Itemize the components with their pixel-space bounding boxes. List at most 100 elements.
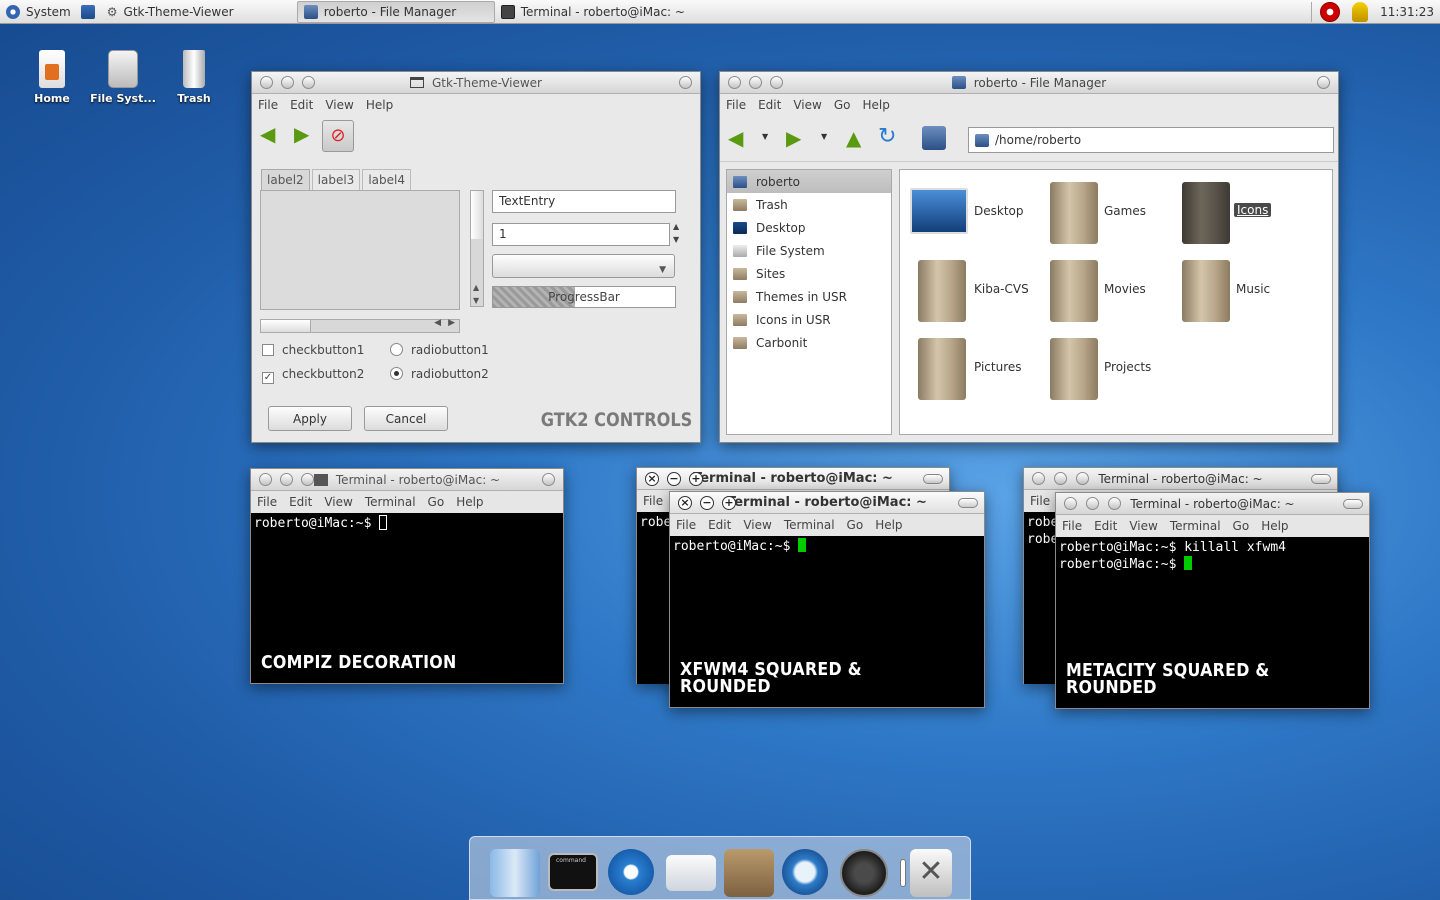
close-button[interactable] [1032,472,1045,485]
cancel-button[interactable]: Cancel [364,406,448,431]
up-arrow-icon[interactable]: ▲ [846,126,861,150]
menu-file[interactable]: File [676,518,696,532]
menu-file[interactable]: File [1030,494,1050,508]
menu-go[interactable]: Go [847,518,864,532]
text-entry[interactable]: TextEntry [492,190,676,213]
menu-view[interactable]: View [793,98,821,112]
menu-view[interactable]: View [1129,519,1157,533]
task-gtk-viewer[interactable]: ⚙ Gtk-Theme-Viewer [101,1,297,23]
title-bar[interactable]: Gtk-Theme-Viewer [252,72,700,94]
menu-edit[interactable]: Edit [289,495,312,509]
home-folder-icon[interactable] [922,126,946,150]
back-arrow-icon[interactable]: ◀ [728,126,743,150]
combo-box[interactable]: ▼ [492,254,675,278]
maximize-icon[interactable]: + [722,496,736,510]
menu-go[interactable]: Go [1233,519,1250,533]
safari-icon[interactable] [608,849,654,895]
checkbutton2[interactable]: ✓ checkbutton2 [262,367,364,384]
shade-button[interactable] [923,474,943,484]
menu-help[interactable]: Help [862,98,889,112]
close-button[interactable] [1064,497,1077,510]
chevron-down-icon[interactable]: ▼ [762,132,768,141]
reload-icon[interactable]: ↻ [878,124,896,149]
finder-icon[interactable] [490,849,540,897]
desktop-icon-home[interactable]: Home [19,50,85,105]
archive-icon[interactable] [724,849,774,897]
menu-file[interactable]: File [257,495,277,509]
sidebar-item-icons[interactable]: Icons in USR [727,308,891,331]
mail-icon[interactable] [666,855,716,891]
shade-button[interactable] [1317,76,1330,89]
title-bar[interactable]: Terminal - roberto@iMac: ~ [251,469,563,491]
file-item-pictures[interactable]: Pictures [918,338,1038,404]
sidebar-item-sites[interactable]: Sites [727,262,891,285]
lifesaver-icon[interactable] [1320,1,1341,22]
title-bar[interactable]: Terminal - roberto@iMac: ~ [1056,493,1369,515]
menu-terminal[interactable]: Terminal [1170,519,1221,533]
menu-help[interactable]: Help [1261,519,1288,533]
close-icon[interactable]: × [678,496,692,510]
menu-file[interactable]: File [258,98,278,112]
menu-view[interactable]: View [743,518,771,532]
task-terminal[interactable]: Terminal - roberto@iMac: ~ [495,1,695,23]
shade-button[interactable] [542,473,555,486]
minimize-button[interactable] [749,76,762,89]
minimize-button[interactable] [280,473,293,486]
close-button[interactable] [259,473,272,486]
shade-button[interactable] [1311,474,1331,484]
menu-edit[interactable]: Edit [758,98,781,112]
tab-label2[interactable]: label2 [261,169,310,190]
maximize-button[interactable] [302,76,315,89]
maximize-button[interactable] [1108,497,1121,510]
sidebar-item-carbonit[interactable]: Carbonit [727,331,891,354]
vertical-scrollbar[interactable]: ▲ ▼ [470,190,484,307]
terminal-screen[interactable]: roberto@iMac:~$ XFWM4 SQUARED & ROUNDED [670,536,984,707]
file-item-kiba-cvs[interactable]: Kiba-CVS [918,260,1038,326]
menu-file[interactable]: File [1062,519,1082,533]
forward-arrow-icon[interactable]: ▶ [786,126,801,150]
back-arrow-icon[interactable]: ◀ [260,122,275,146]
minimize-button[interactable] [1054,472,1067,485]
system-menu[interactable]: System [0,1,77,23]
itunes-icon[interactable] [840,849,888,897]
maximize-button[interactable] [1076,472,1089,485]
file-item-desktop[interactable]: Desktop [910,188,1030,244]
shade-button[interactable] [958,498,978,508]
minimize-button[interactable] [1086,497,1099,510]
file-item-projects[interactable]: Projects [1050,338,1170,404]
menu-help[interactable]: Help [456,495,483,509]
menu-go[interactable]: Go [834,98,851,112]
spin-button[interactable]: 1 [492,223,670,246]
desktop-icon-filesystem[interactable]: File Syst... [90,50,156,105]
menu-view[interactable]: View [325,98,353,112]
file-item-games[interactable]: Games [1050,182,1170,248]
file-item-movies[interactable]: Movies [1050,260,1170,326]
close-button[interactable] [728,76,741,89]
show-desktop-icon[interactable] [80,4,95,19]
minimize-icon[interactable]: − [700,496,714,510]
file-item-icons[interactable]: Icons [1182,182,1302,248]
quicktime-icon[interactable] [782,849,828,895]
menu-edit[interactable]: Edit [1094,519,1117,533]
shade-button[interactable] [679,76,692,89]
menu-file[interactable]: File [643,494,663,508]
spin-down-icon[interactable]: ▼ [673,235,679,244]
menu-terminal[interactable]: Terminal [365,495,416,509]
tab-label3[interactable]: label3 [311,169,361,190]
menu-go[interactable]: Go [428,495,445,509]
sidebar-item-filesystem[interactable]: File System [727,239,891,262]
menu-edit[interactable]: Edit [290,98,313,112]
close-icon[interactable]: × [645,472,659,486]
clock[interactable]: 11:31:23 [1380,5,1434,19]
title-bar[interactable]: roberto - File Manager [720,72,1338,94]
radiobutton1[interactable]: radiobutton1 [390,343,489,357]
terminal-screen[interactable]: roberto@iMac:~$ COMPIZ DECORATION [251,513,563,683]
user-icon[interactable] [1352,1,1369,22]
maximize-button[interactable] [301,473,314,486]
horizontal-scrollbar[interactable]: ◀ ▶ [260,318,460,333]
checkbutton1[interactable]: checkbutton1 [262,343,364,357]
terminal-screen[interactable]: roberto@iMac:~$ killall xfwm4 roberto@iM… [1056,537,1369,708]
title-bar[interactable]: × − + Terminal - roberto@iMac: ~ [670,492,984,514]
maximize-icon[interactable]: + [689,472,703,486]
sidebar-item-themes[interactable]: Themes in USR [727,285,891,308]
